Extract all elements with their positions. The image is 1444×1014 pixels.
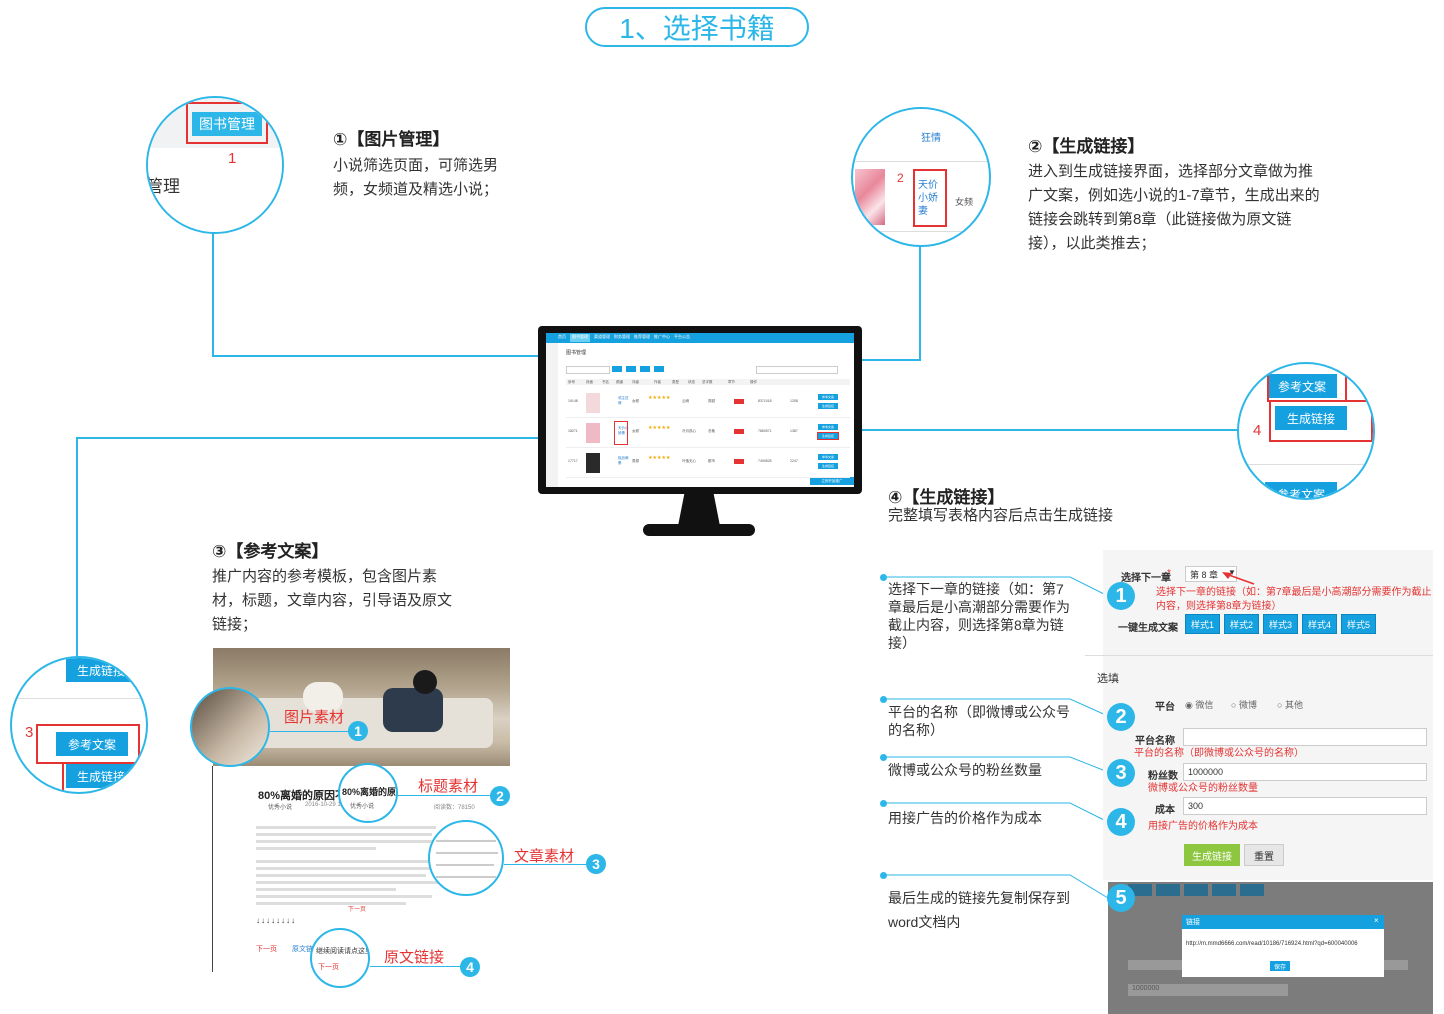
reset-button[interactable]: 重置 — [1244, 844, 1284, 866]
cost-note: 用接广告的价格作为成本 — [1148, 821, 1258, 832]
fans-note: 微博或公众号的粉丝数量 — [1148, 783, 1258, 794]
generate-link-submit-button[interactable]: 生成链接 — [1184, 844, 1240, 866]
close-icon[interactable]: × — [1374, 916, 1379, 925]
dialog-title: 链接 — [1186, 919, 1200, 926]
dialog-bg-fans-value: 1000000 — [1132, 985, 1160, 992]
cost-label: 成本 — [1155, 805, 1175, 816]
form-badge-4: 4 — [1107, 808, 1135, 836]
radio-weibo[interactable]: ○ 微博 — [1231, 698, 1257, 711]
dialog-url: http://m.mmd6666.com/read/10186/716924.h… — [1186, 941, 1358, 947]
form-badge-5: 5 — [1107, 884, 1135, 912]
next-chapter-label: 选择下一章 — [1121, 573, 1171, 584]
divider — [1085, 655, 1433, 656]
one-click-label: 一键生成文案 — [1118, 623, 1178, 634]
red-arrow — [1222, 572, 1255, 585]
optional-label: 选填 — [1097, 673, 1119, 685]
style-2-button[interactable]: 样式2 — [1224, 614, 1259, 634]
platform-label: 平台 — [1155, 702, 1175, 713]
next-chapter-note: 选择下一章的链接（如：第7章最后是小高潮部分需要作为截止内容，则选择第8章为链接… — [1156, 587, 1432, 612]
radio-wechat[interactable]: ◉ 微信 — [1185, 698, 1213, 711]
style-1-button[interactable]: 样式1 — [1185, 614, 1220, 634]
platform-name-note: 平台的名称（即微博或公众号的名称） — [1134, 748, 1304, 759]
form-badge-3: 3 — [1107, 759, 1135, 787]
dialog-save-button[interactable]: 保存 — [1270, 961, 1290, 971]
radio-weibo-label: 微博 — [1238, 700, 1257, 710]
form-badge-1: 1 — [1107, 582, 1135, 610]
style-5-button[interactable]: 样式5 — [1341, 614, 1376, 634]
link-dialog: 链接 × http://m.mmd6666.com/read/10186/716… — [1182, 915, 1384, 977]
style-4-button[interactable]: 样式4 — [1302, 614, 1337, 634]
radio-other[interactable]: ○ 其他 — [1277, 698, 1303, 711]
cost-input[interactable]: 300 — [1183, 797, 1427, 815]
form-badge-2: 2 — [1107, 703, 1135, 731]
style-3-button[interactable]: 样式3 — [1263, 614, 1298, 634]
radio-other-label: 其他 — [1284, 700, 1303, 710]
radio-wechat-label: 微信 — [1195, 700, 1214, 710]
required-mark: * — [1167, 568, 1171, 579]
